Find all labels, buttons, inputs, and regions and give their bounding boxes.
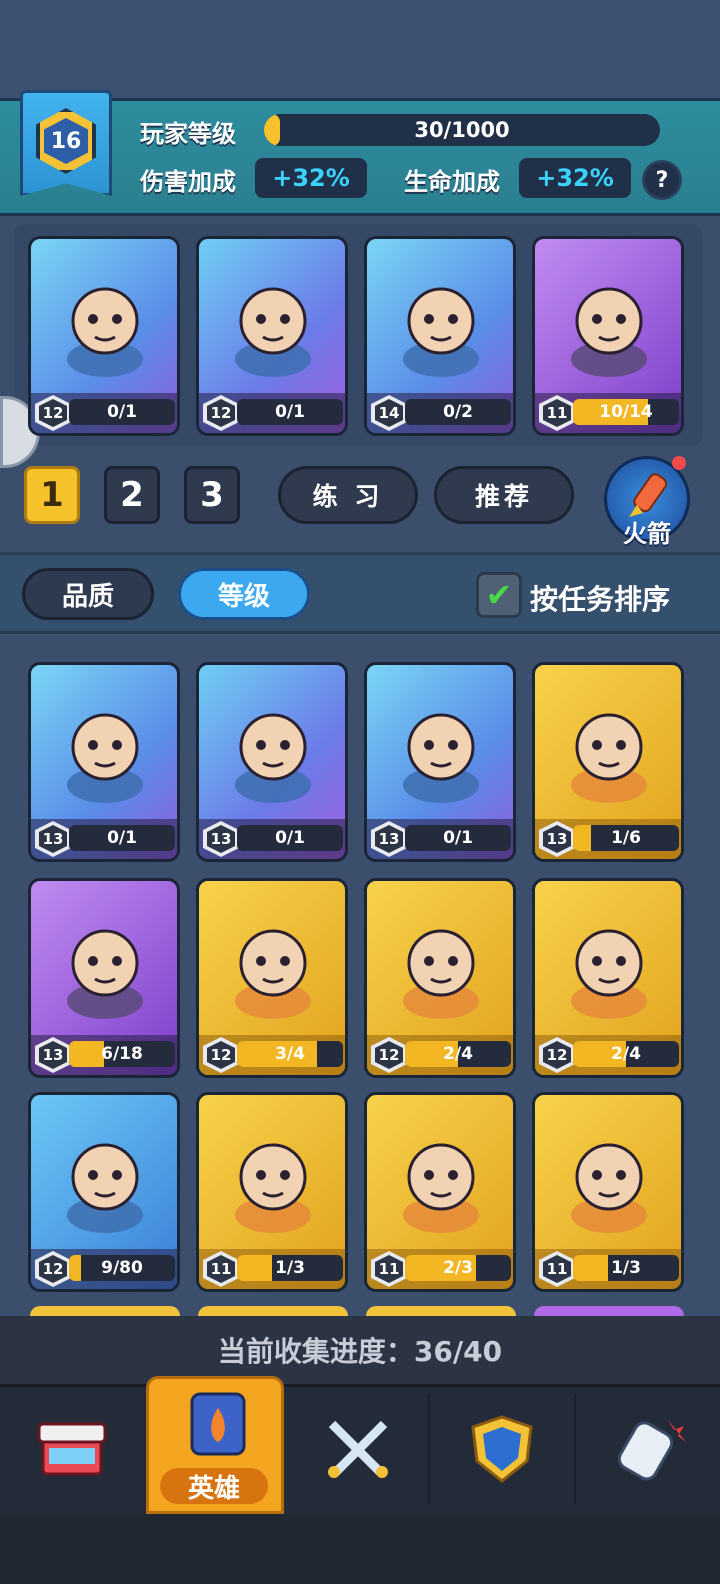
straw-hat-ninja-hero-portrait: [49, 909, 161, 1021]
shard-progress-text: 1/3: [275, 1258, 305, 1278]
chef-fish-hero-portrait: [385, 267, 497, 379]
team-tab-1[interactable]: 1: [24, 466, 80, 524]
collection-progress: 当前收集进度：36/40: [0, 1316, 720, 1384]
team-hero-card[interactable]: 12 0/1: [28, 236, 180, 436]
shard-progress-bar: 3/4: [237, 1041, 343, 1067]
nav-heroes[interactable]: [146, 1378, 290, 1468]
player-level-label: 玩家等级: [140, 120, 236, 148]
shard-progress-text: 3/4: [275, 1044, 305, 1064]
nav-guild[interactable]: [430, 1384, 574, 1514]
hero-card[interactable]: 13 0/1: [196, 662, 348, 862]
guild-shield-icon: [471, 1415, 533, 1483]
shard-progress-text: 0/2: [443, 402, 473, 422]
bottom-bar-fill: [0, 1514, 720, 1584]
shard-progress-bar: 6/18: [69, 1041, 175, 1067]
zombie-pirate-hero-portrait: [553, 267, 665, 379]
shard-progress-text: 9/80: [101, 1258, 143, 1278]
hero-card[interactable]: 12 2/4: [532, 878, 684, 1078]
blonde-archer-hero-portrait: [49, 1123, 161, 1235]
shard-progress-text: 0/1: [443, 828, 473, 848]
shard-progress-text: 0/1: [107, 402, 137, 422]
hero-card[interactable]: 12 3/4: [196, 878, 348, 1078]
team-hero-card[interactable]: 11 10/14: [532, 236, 684, 436]
top-background: [0, 0, 720, 100]
task-sort-label: 按任务排序: [530, 583, 671, 616]
hero-card[interactable]: 12 2/4: [364, 878, 516, 1078]
nav-heroes-label[interactable]: 英雄: [160, 1468, 268, 1504]
heroes-icon: [190, 1392, 246, 1456]
gauntlet-icon: [617, 1420, 686, 1481]
xp-progress-bar: 30/1000: [264, 114, 660, 146]
shard-progress-bar: 1/6: [573, 825, 679, 851]
hero-card[interactable]: 11 2/3: [364, 1092, 516, 1292]
hp-bonus-value: +32%: [519, 158, 631, 198]
team-tab-3[interactable]: 3: [184, 466, 240, 524]
shard-progress-text: 2/4: [443, 1044, 473, 1064]
shard-progress-bar: 0/1: [69, 399, 175, 425]
shard-progress-bar: 1/3: [573, 1255, 679, 1281]
shard-progress-bar: 0/1: [405, 825, 511, 851]
damage-bonus-label: 伤害加成: [140, 168, 236, 196]
monkey-king-hero-portrait: [217, 267, 329, 379]
help-button[interactable]: ?: [642, 160, 682, 200]
shop-icon: [37, 1422, 107, 1476]
sort-level-button[interactable]: 等级: [178, 568, 310, 620]
hp-bonus-label: 生命加成: [404, 168, 500, 196]
shard-progress-bar: 0/2: [405, 399, 511, 425]
shard-progress-text: 0/1: [275, 402, 305, 422]
shard-progress-text: 2/4: [611, 1044, 641, 1064]
cat-sage-hero-portrait: [385, 909, 497, 1021]
team-tab-2[interactable]: 2: [104, 466, 160, 524]
shard-progress-text: 0/1: [107, 828, 137, 848]
shard-progress-bar: 10/14: [573, 399, 679, 425]
fox-mask-girl-hero-portrait: [553, 1123, 665, 1235]
team-hero-card[interactable]: 14 0/2: [364, 236, 516, 436]
shard-progress-bar: 9/80: [69, 1255, 175, 1281]
shard-progress-text: 1/3: [611, 1258, 641, 1278]
damage-bonus-value: +32%: [255, 158, 367, 198]
dark-maiden-hero-portrait: [385, 1123, 497, 1235]
phoenix-hero-portrait: [217, 693, 329, 805]
shard-progress-text: 0/1: [275, 828, 305, 848]
nav-shop[interactable]: [0, 1384, 144, 1514]
anubis-hero-portrait: [49, 693, 161, 805]
shard-progress-bar: 0/1: [237, 399, 343, 425]
hero-card[interactable]: 12 9/80: [28, 1092, 180, 1292]
shard-progress-bar: 2/4: [573, 1041, 679, 1067]
masked-shaman-hero-portrait: [553, 693, 665, 805]
xp-progress-text: 30/1000: [414, 118, 510, 142]
shard-progress-text: 10/14: [599, 402, 653, 422]
hero-card[interactable]: 13 0/1: [28, 662, 180, 862]
battle-swords-icon: [328, 1420, 388, 1478]
task-sort-checkbox[interactable]: ✔: [476, 572, 522, 618]
shard-progress-text: 1/6: [611, 828, 641, 848]
shard-progress-bar: 0/1: [69, 825, 175, 851]
recommend-button[interactable]: 推荐: [434, 466, 574, 524]
cloud-spirit-hero-portrait: [217, 909, 329, 1021]
sort-quality-button[interactable]: 品质: [22, 568, 154, 620]
hero-card[interactable]: 13 6/18: [28, 878, 180, 1078]
hero-card[interactable]: 11 1/3: [532, 1092, 684, 1292]
pirate-captain-hero-portrait: [385, 693, 497, 805]
practice-button[interactable]: 练 习: [278, 466, 418, 524]
rocket-label: 火箭: [623, 520, 671, 548]
spider-hero-portrait: [553, 909, 665, 1021]
shard-progress-text: 6/18: [101, 1044, 143, 1064]
jade-ghost-hero-portrait: [49, 267, 161, 379]
shard-progress-bar: 2/3: [405, 1255, 511, 1281]
hero-card[interactable]: 13 0/1: [364, 662, 516, 862]
nav-gauntlet[interactable]: [576, 1384, 720, 1514]
shard-progress-bar: 0/1: [237, 825, 343, 851]
nav-battle[interactable]: [286, 1384, 430, 1514]
shard-progress-bar: 1/3: [237, 1255, 343, 1281]
team-hero-card[interactable]: 12 0/1: [196, 236, 348, 436]
hero-card[interactable]: 13 1/6: [532, 662, 684, 862]
shard-progress-text: 2/3: [443, 1258, 473, 1278]
shard-progress-bar: 2/4: [405, 1041, 511, 1067]
hero-card[interactable]: 11 1/3: [196, 1092, 348, 1292]
knight-hero-portrait: [217, 1123, 329, 1235]
rocket-notification-dot: [672, 456, 686, 470]
